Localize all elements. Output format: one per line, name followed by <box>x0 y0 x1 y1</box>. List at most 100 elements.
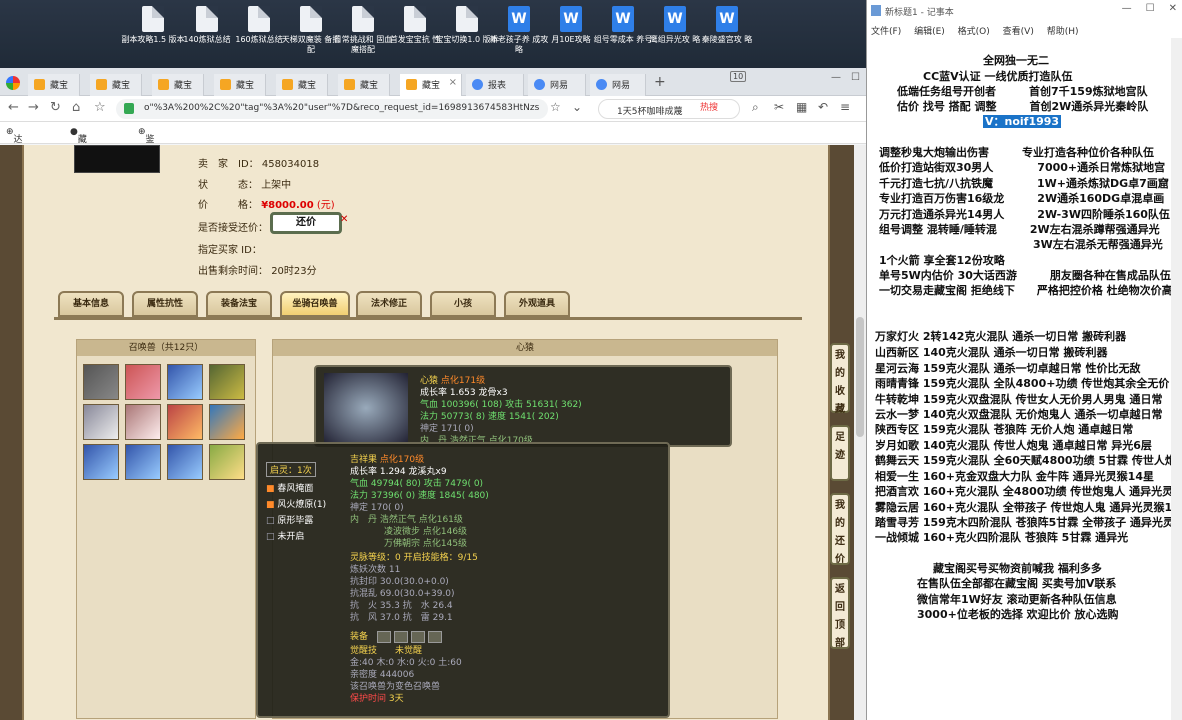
window-controls: — ☐ ✕ <box>1108 3 1177 14</box>
summon-thumb-4[interactable] <box>209 364 245 400</box>
grid-icon[interactable]: ▦ <box>796 100 807 114</box>
tab-equipment[interactable]: 装备法宝 <box>206 291 272 317</box>
minimize-icon[interactable]: — <box>831 72 841 83</box>
skill-4[interactable]: □ 未开启 <box>266 529 304 542</box>
page-scrollbar[interactable] <box>854 145 866 720</box>
forward-icon[interactable]: → <box>28 100 39 115</box>
document-icon <box>404 6 426 32</box>
skill-2[interactable]: ■ 风火燎原(1) <box>266 497 326 510</box>
star-icon[interactable]: ☆ <box>550 100 561 114</box>
summon-thumb-6[interactable] <box>125 404 161 440</box>
site-favicon-icon <box>96 79 107 90</box>
maximize-icon[interactable]: ☐ <box>1146 3 1155 14</box>
hot-search-badge[interactable]: 热搜 <box>700 100 718 113</box>
summon-thumb-2[interactable] <box>125 364 161 400</box>
scrollbar-thumb[interactable] <box>856 317 864 437</box>
tab-5[interactable]: 藏宝 <box>338 74 390 96</box>
new-tab-button[interactable]: + <box>654 74 666 90</box>
url-bar[interactable]: o"%3A%200%2C%20"tag"%3A%20"user"%7D&reco… <box>116 99 548 119</box>
tab-basic-info[interactable]: 基本信息 <box>58 291 124 317</box>
text-line: 专业打造百万伤害16级龙 2W通杀160DG卓混卓画 <box>879 192 1165 205</box>
text-line: 山西新区 140克火混队 通杀一切日常 搬砖利器 <box>875 346 1108 359</box>
equip-slot-icon[interactable] <box>393 630 408 643</box>
tab-9[interactable]: 网易 <box>590 74 646 96</box>
tab-appearance[interactable]: 外观道具 <box>504 291 570 317</box>
tab-7[interactable]: 报表 <box>466 74 524 96</box>
skill-slot-icon: □ <box>266 516 275 526</box>
back-to-top-button[interactable]: 返回顶部 <box>830 577 850 649</box>
search-icon[interactable]: ⌕ <box>752 100 759 115</box>
summon-thumb-3[interactable] <box>167 364 203 400</box>
skill-slot-icon: □ <box>266 532 275 542</box>
document-icon <box>196 6 218 32</box>
tab-count-badge[interactable]: 10 <box>730 71 747 82</box>
back-icon[interactable]: ← <box>8 100 19 115</box>
summon-thumb-8[interactable] <box>209 404 245 440</box>
document-icon <box>248 6 270 32</box>
bookmark-item-2[interactable]: ⊕ 鉴宝广场 <box>138 127 155 184</box>
summon-thumb-7[interactable] <box>167 404 203 440</box>
chevron-down-icon[interactable]: ⌄ <box>572 100 582 114</box>
skill-3[interactable]: □ 原形毕露 <box>266 513 313 526</box>
summon-thumb-12[interactable] <box>209 444 245 480</box>
menu-help[interactable]: 帮助(H) <box>1047 27 1079 37</box>
summon-thumb-9[interactable] <box>83 444 119 480</box>
bookmark-item-1[interactable]: ● 藏宝阁_ <box>70 127 87 181</box>
menu-view[interactable]: 查看(V) <box>1003 27 1034 37</box>
menu-file[interactable]: 文件(F) <box>871 27 901 37</box>
menu-edit[interactable]: 编辑(E) <box>914 27 945 37</box>
equip-slot-icon[interactable] <box>410 630 425 643</box>
maximize-icon[interactable]: ☐ <box>851 72 860 83</box>
tab-spell-correction[interactable]: 法术修正 <box>356 291 422 317</box>
summon-thumb-1[interactable] <box>83 364 119 400</box>
notepad-menubar: 文件(F) 编辑(E) 格式(O) 查看(V) 帮助(H) <box>867 22 1182 38</box>
footprints-button[interactable]: 足迹 <box>830 425 850 481</box>
equip-slot-icon[interactable] <box>376 630 391 643</box>
my-favorites-button[interactable]: 我的收藏 <box>830 343 850 415</box>
desktop-file-11[interactable]: 秦陵盛宫攻 略 <box>694 4 760 68</box>
summon-thumb-11[interactable] <box>167 444 203 480</box>
word-doc-icon <box>716 6 738 32</box>
tab-4[interactable]: 藏宝 <box>276 74 328 96</box>
minimize-icon[interactable]: — <box>1122 3 1132 14</box>
tab-child[interactable]: 小孩 <box>430 291 496 317</box>
tab-2[interactable]: 藏宝 <box>152 74 204 96</box>
tab-8[interactable]: 网易 <box>528 74 586 96</box>
summon-thumb-5[interactable] <box>83 404 119 440</box>
counter-offer-button[interactable]: 还价 <box>270 212 342 234</box>
browser-window: 藏宝 藏宝 藏宝 藏宝 藏宝 藏宝 藏宝 × 报表 网易 网易 + 10 — ☐ ←… <box>0 68 866 720</box>
address-toolbar: ← → ↻ ⌂ ☆ o"%3A%200%2C%20"tag"%3A%20"use… <box>0 96 866 122</box>
notepad-icon <box>871 5 881 16</box>
tab-1[interactable]: 藏宝 <box>90 74 142 96</box>
search-input[interactable]: 1天5杯咖啡成蔑 <box>598 99 740 119</box>
my-offers-button[interactable]: 我的还价 <box>830 493 850 565</box>
browser-logo-icon[interactable] <box>6 76 20 90</box>
home-icon[interactable]: ⌂ <box>72 100 80 115</box>
site-favicon-icon <box>344 79 355 90</box>
menu-icon[interactable]: ≡ <box>840 100 850 114</box>
scissors-icon[interactable]: ✂ <box>774 100 784 114</box>
close-icon[interactable]: ✕ <box>340 214 348 225</box>
bookmark-star-icon[interactable]: ☆ <box>94 100 106 115</box>
bookmark-item-0[interactable]: ⊕ 达人后台 <box>6 127 23 184</box>
summon-thumb-10[interactable] <box>125 444 161 480</box>
notepad-scrollbar[interactable] <box>1171 38 1182 720</box>
menu-format[interactable]: 格式(O) <box>958 27 990 37</box>
site-favicon-icon <box>34 79 45 90</box>
text-line: 在售队伍全部都在藏宝阁 买卖号加V联系 <box>917 577 1117 590</box>
tab-mounts-summons[interactable]: 坐骑召唤兽 <box>280 291 350 317</box>
site-favicon-icon <box>282 79 293 90</box>
close-tab-icon[interactable]: × <box>449 77 457 88</box>
notepad-text-area[interactable]: 全网独一无二 CC蓝V认证 一线优质打造队伍 低端任务组号开创者 首创7千159… <box>867 38 1182 720</box>
tab-attributes[interactable]: 属性抗性 <box>132 291 198 317</box>
tab-6-active[interactable]: 藏宝 × <box>400 74 462 96</box>
reload-icon[interactable]: ↻ <box>50 100 61 115</box>
tab-3[interactable]: 藏宝 <box>214 74 266 96</box>
equip-slot-icon[interactable] <box>427 630 442 643</box>
designated-buyer-label: 指定买家 ID： <box>198 245 262 256</box>
skill-1[interactable]: ■ 春风掩面 <box>266 481 313 494</box>
tab-0[interactable]: 藏宝 <box>28 74 80 96</box>
undo-icon[interactable]: ↶ <box>818 100 828 114</box>
close-icon[interactable]: ✕ <box>1169 3 1177 14</box>
text-line: 雨晴青锋 159克火混队 全队4800+功绩 传世炮其余全无价 <box>875 377 1170 390</box>
